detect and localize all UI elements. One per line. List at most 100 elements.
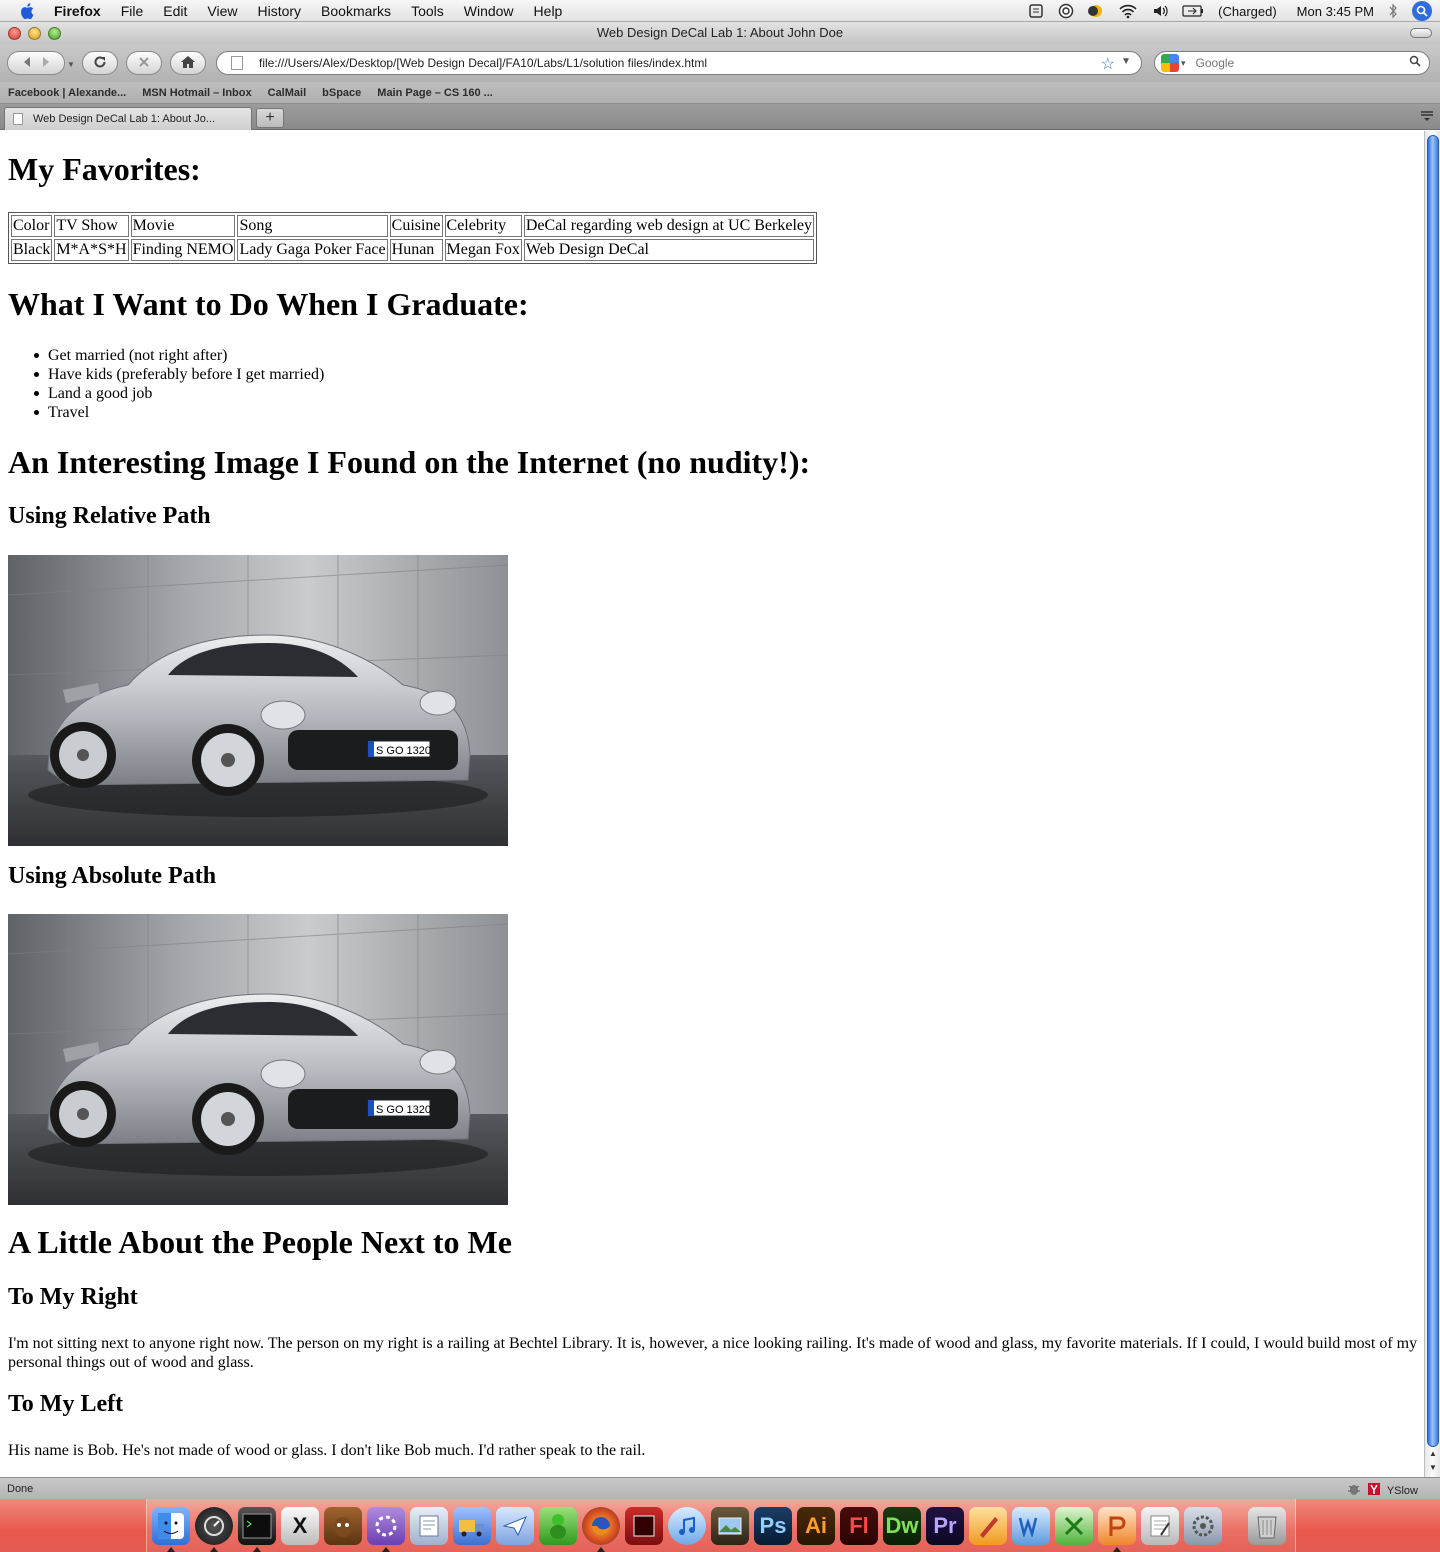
textedit-icon[interactable]	[1141, 1507, 1179, 1545]
zoom-window-button[interactable]	[48, 27, 61, 40]
scrollbar-thumb[interactable]	[1427, 135, 1439, 1447]
left-paragraph: His name is Bob. He's not made of wood o…	[8, 1442, 646, 1459]
menubar-clock[interactable]: Mon 3:45 PM	[1297, 4, 1374, 19]
menu-bookmarks[interactable]: Bookmarks	[321, 3, 391, 19]
url-dropdown-icon[interactable]: ▼	[1121, 56, 1131, 67]
right-heading: To My Right	[8, 1284, 138, 1310]
menu-history[interactable]: History	[257, 3, 301, 19]
url-bar[interactable]: file:///Users/Alex/Desktop/[Web Design D…	[216, 51, 1142, 75]
bookmark-hotmail[interactable]: MSN Hotmail – Inbox	[142, 87, 251, 99]
battery-icon[interactable]	[1182, 5, 1204, 17]
premiere-icon[interactable]: Pr	[926, 1507, 964, 1545]
photo-booth-icon[interactable]	[625, 1507, 663, 1545]
flash-icon[interactable]: Fl	[840, 1507, 878, 1545]
finder-icon[interactable]	[152, 1507, 190, 1545]
goals-list: Get married (not right after) Have kids …	[33, 346, 324, 422]
menu-tools[interactable]: Tools	[411, 3, 444, 19]
stop-button[interactable]	[126, 51, 162, 75]
vertical-scrollbar[interactable]: ▲ ▼	[1424, 131, 1440, 1477]
table-cell: Web Design DeCal	[523, 239, 814, 261]
app-store-utility-icon[interactable]	[367, 1507, 405, 1545]
firebug-icon[interactable]	[1347, 1482, 1361, 1499]
adium-icon[interactable]	[539, 1507, 577, 1545]
yslow-icon[interactable]	[1367, 1482, 1381, 1499]
quicksilver-icon[interactable]	[1058, 3, 1074, 19]
bookmarks-toolbar: Facebook | Alexande... MSN Hotmail – Inb…	[0, 82, 1440, 104]
menu-file[interactable]: File	[121, 3, 144, 19]
license-plate: S GO 1320	[376, 1104, 431, 1116]
yslow-label[interactable]: YSlow	[1387, 1485, 1418, 1497]
bluetooth-icon[interactable]	[1388, 3, 1398, 19]
preview-icon[interactable]	[410, 1507, 448, 1545]
running-indicator	[1113, 1547, 1121, 1552]
illustrator-icon[interactable]: Ai	[797, 1507, 835, 1545]
scroll-down-icon[interactable]: ▼	[1427, 1463, 1439, 1473]
terminal-icon[interactable]	[238, 1507, 276, 1545]
table-cell: Black	[11, 239, 53, 261]
close-window-button[interactable]	[8, 27, 21, 40]
history-dropdown-icon[interactable]: ▼	[67, 60, 75, 69]
powerpoint-icon[interactable]	[1098, 1507, 1136, 1545]
bookmark-bspace[interactable]: bSpace	[322, 87, 361, 99]
menu-edit[interactable]: Edit	[163, 3, 187, 19]
iphoto-icon[interactable]	[711, 1507, 749, 1545]
tab-active[interactable]: Web Design DeCal Lab 1: About Jo...	[4, 107, 252, 130]
search-magnifier-icon[interactable]	[1409, 55, 1421, 70]
left-heading: To My Left	[8, 1391, 124, 1417]
bookmark-star-icon[interactable]: ☆	[1101, 54, 1115, 74]
running-indicator	[167, 1547, 175, 1552]
bookmark-facebook[interactable]: Facebook | Alexande...	[8, 87, 126, 99]
photoshop-icon[interactable]: Ps	[754, 1507, 792, 1545]
firefox-icon[interactable]	[582, 1507, 620, 1545]
battery-status: (Charged)	[1218, 3, 1277, 19]
reload-button[interactable]	[82, 51, 118, 75]
volume-icon[interactable]	[1152, 3, 1168, 19]
script-menu-icon[interactable]	[1028, 3, 1044, 19]
window-title: Web Design DeCal Lab 1: About John Doe	[596, 25, 844, 40]
transmit-icon[interactable]	[324, 1507, 362, 1545]
menu-view[interactable]: View	[207, 3, 237, 19]
menu-help[interactable]: Help	[534, 3, 563, 19]
scroll-up-icon[interactable]: ▲	[1427, 1449, 1439, 1459]
trash-icon[interactable]	[1248, 1507, 1286, 1545]
search-input[interactable]	[1195, 56, 1396, 70]
delivery-truck-icon[interactable]	[453, 1507, 491, 1545]
toolbar-toggle-button[interactable]	[1410, 28, 1432, 38]
app-menu[interactable]: Firefox	[54, 3, 101, 19]
itunes-icon[interactable]	[668, 1507, 706, 1545]
page-content: My Favorites: Color TV Show Movie Song C…	[0, 131, 1424, 1477]
forward-arrow-icon[interactable]	[40, 55, 52, 72]
night-mode-icon[interactable]	[1088, 3, 1104, 19]
excel-icon[interactable]	[1055, 1507, 1093, 1545]
x11-icon[interactable]: X	[281, 1507, 319, 1545]
relative-path-heading: Using Relative Path	[8, 503, 211, 529]
spotlight-search-icon[interactable]	[1412, 1, 1432, 21]
favorites-table: Color TV Show Movie Song Cuisine Celebri…	[8, 212, 817, 264]
bookmark-calmail[interactable]: CalMail	[268, 87, 307, 99]
home-button[interactable]	[170, 51, 206, 75]
minimize-window-button[interactable]	[28, 27, 41, 40]
dreamweaver-icon[interactable]: Dw	[883, 1507, 921, 1545]
engine-dropdown-icon[interactable]: ▾	[1181, 58, 1186, 69]
wifi-icon[interactable]	[1118, 3, 1138, 19]
bookmark-cs160[interactable]: Main Page – CS 160 ...	[377, 87, 493, 99]
menu-window[interactable]: Window	[464, 3, 514, 19]
list-all-tabs-icon[interactable]	[1420, 110, 1434, 122]
status-bar: Done YSlow	[0, 1477, 1440, 1499]
list-item: Travel	[33, 403, 324, 422]
word-icon[interactable]	[1012, 1507, 1050, 1545]
search-bar[interactable]: ▾	[1154, 51, 1430, 75]
pages-icon[interactable]	[969, 1507, 1007, 1545]
dashboard-icon[interactable]	[195, 1507, 233, 1545]
status-text: Done	[7, 1482, 34, 1495]
mail-send-icon[interactable]	[496, 1507, 534, 1545]
apple-menu-icon[interactable]	[20, 2, 40, 20]
table-cell: M*A*S*H	[54, 239, 129, 261]
table-header-cell: Song	[237, 215, 388, 237]
new-tab-button[interactable]: +	[256, 108, 284, 128]
system-preferences-icon[interactable]	[1184, 1507, 1222, 1545]
url-text[interactable]: file:///Users/Alex/Desktop/[Web Design D…	[259, 56, 707, 70]
car-image-absolute: S GO 1320	[8, 914, 508, 1205]
back-arrow-icon[interactable]	[20, 55, 34, 72]
google-engine-icon[interactable]	[1161, 54, 1179, 72]
